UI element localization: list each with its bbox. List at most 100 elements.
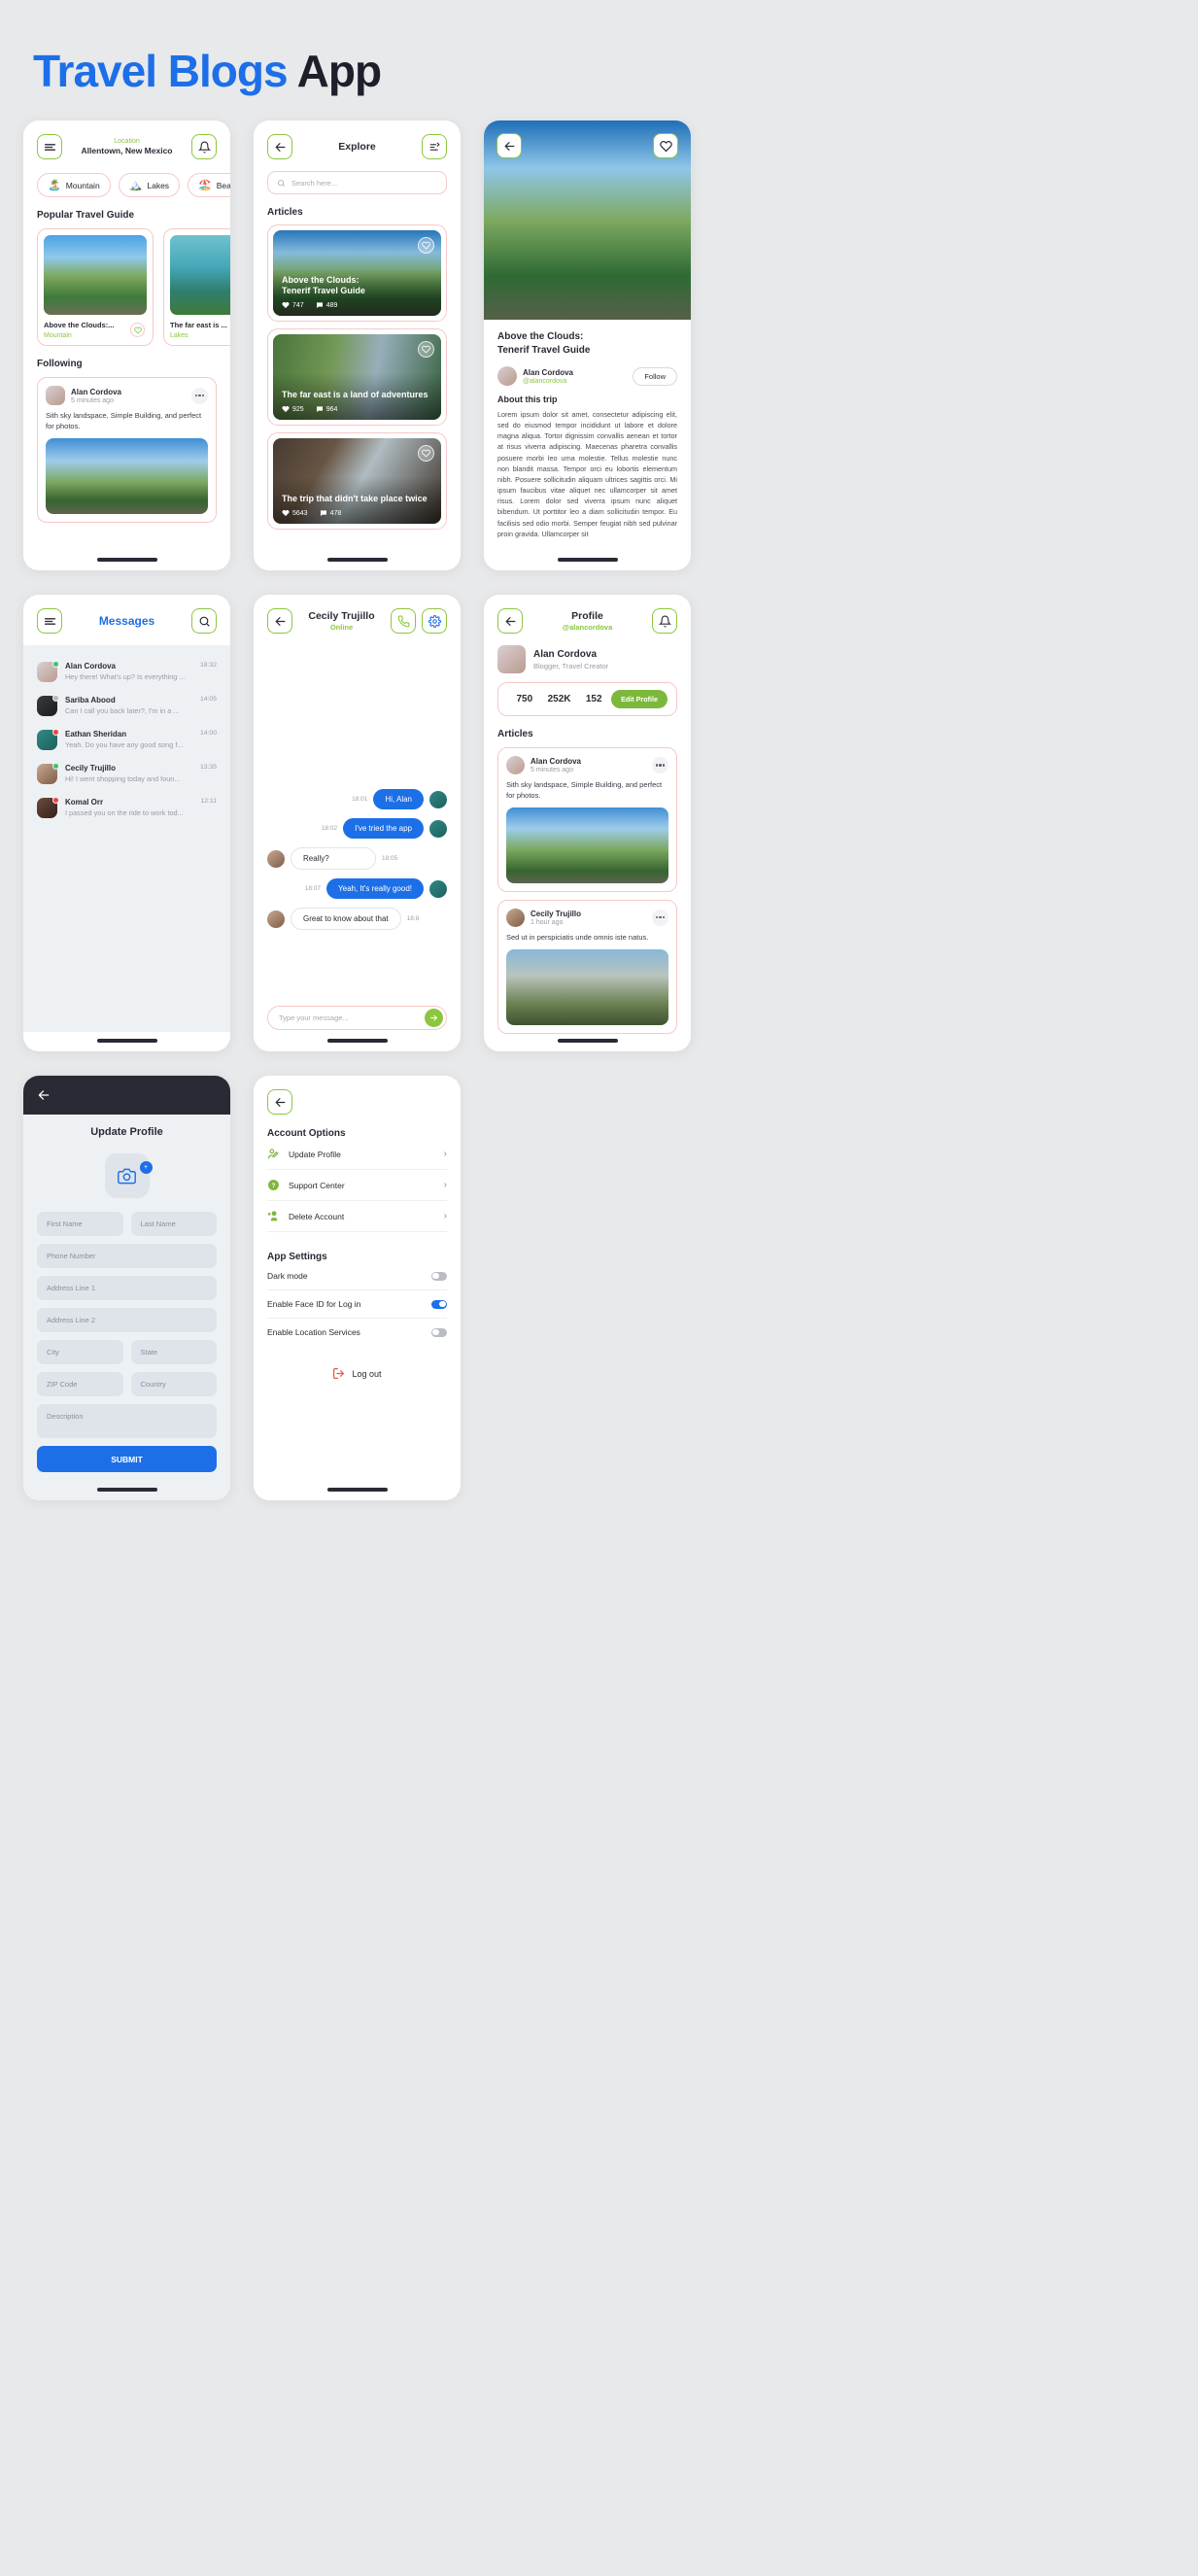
message-time: 12:11 <box>200 798 217 805</box>
more-options-icon[interactable] <box>652 757 668 773</box>
heart-icon[interactable] <box>653 133 678 158</box>
chat-header: Cecily Trujillo Online <box>254 595 461 634</box>
article-card[interactable]: Above the Clouds: Tenerif Travel Guide 7… <box>267 224 447 322</box>
avatar-uploader[interactable]: + <box>37 1153 217 1198</box>
state-field[interactable]: State <box>130 1340 217 1364</box>
profile-post-card[interactable]: Cecily Trujillo 1 hour ago Sed ut in per… <box>497 899 677 1034</box>
guide-card[interactable]: The far east is ... Lakes <box>163 228 230 346</box>
list-item[interactable]: Alan Cordova Hey there! What's up? Is ev… <box>23 655 230 689</box>
face-id-toggle[interactable] <box>431 1299 447 1309</box>
bell-icon[interactable] <box>652 608 677 634</box>
bell-icon[interactable] <box>191 134 217 159</box>
article-card[interactable]: The far east is a land of adventures 925… <box>267 328 447 426</box>
screen-settings: Account Options Update Profile › ? Suppo… <box>254 1076 461 1500</box>
edit-profile-button[interactable]: Edit Profile <box>611 690 668 708</box>
menu-icon[interactable] <box>37 134 62 159</box>
messages-list[interactable]: Alan Cordova Hey there! What's up? Is ev… <box>23 645 230 1032</box>
settings-item-update-profile[interactable]: Update Profile › <box>267 1139 447 1170</box>
avatar <box>37 695 59 716</box>
following-post-card[interactable]: Alan Cordova 5 minutes ago Sith sky land… <box>37 377 217 523</box>
back-arrow-icon[interactable] <box>497 608 523 634</box>
article-card[interactable]: The trip that didn't take place twice 56… <box>267 432 447 530</box>
chip-label: Beach <box>216 180 230 190</box>
dark-mode-toggle[interactable] <box>431 1271 447 1281</box>
user-remove-icon <box>267 1210 280 1222</box>
comment-icon <box>320 510 326 516</box>
heart-icon[interactable] <box>130 323 145 337</box>
post-image <box>46 437 208 514</box>
more-options-icon[interactable] <box>652 909 668 926</box>
page-title: Travel Blogs App <box>0 0 1198 97</box>
chat-title-block: Cecily Trujillo Online <box>292 610 391 632</box>
article-text: Above the Clouds: Tenerif Travel Guide 7… <box>282 275 432 309</box>
toggle-label: Dark mode <box>267 1271 308 1281</box>
status-dot-busy <box>52 729 59 736</box>
likes-count-group: 747 <box>282 301 304 309</box>
back-arrow-icon[interactable] <box>496 133 522 158</box>
chip-beach[interactable]: 🏖️ Beach <box>188 173 230 197</box>
message-input[interactable]: Type your message... <box>267 1006 447 1030</box>
list-item[interactable]: Komal Orr I passed you on the ride to wo… <box>23 791 230 825</box>
gear-icon[interactable] <box>422 608 447 634</box>
heart-icon[interactable] <box>418 341 434 358</box>
home-indicator <box>557 1039 618 1043</box>
message-content: Cecily Trujillo Hi! I went shopping toda… <box>65 764 192 783</box>
heart-icon[interactable] <box>418 237 434 254</box>
phone-number-field[interactable]: Phone Number <box>37 1244 217 1268</box>
submit-button[interactable]: SUBMIT <box>37 1446 217 1472</box>
about-body: Lorem ipsum dolor sit amet, consectetur … <box>497 410 677 538</box>
heart-icon[interactable] <box>418 445 434 462</box>
comment-icon <box>316 406 323 412</box>
avatar <box>37 661 59 682</box>
back-arrow-icon[interactable] <box>267 1089 292 1115</box>
location-services-toggle[interactable] <box>431 1327 447 1337</box>
settings-toggle-location[interactable]: Enable Location Services <box>267 1319 447 1346</box>
comments-count: 489 <box>325 301 338 309</box>
logout-button[interactable]: Log out <box>254 1367 461 1380</box>
chat-bubble-row: 18:02 I've tried the app <box>267 818 447 839</box>
message-time: 18:32 <box>199 662 217 669</box>
post-time: 5 minutes ago <box>71 396 114 404</box>
chat-bubble-outgoing: Yeah, It's really good! <box>326 878 424 899</box>
contact-name: Komal Orr <box>65 798 104 807</box>
search-input[interactable]: Search here... <box>267 171 447 194</box>
search-icon[interactable] <box>191 608 217 634</box>
country-field[interactable]: Country <box>130 1372 217 1396</box>
settings-item-support-center[interactable]: ? Support Center › <box>267 1170 447 1201</box>
message-content: Alan Cordova Hey there! What's up? Is ev… <box>65 662 192 681</box>
address-line-1-field[interactable]: Address Line 1 <box>37 1276 217 1300</box>
settings-toggle-face-id[interactable]: Enable Face ID for Log in <box>267 1290 447 1319</box>
guide-card[interactable]: Above the Clouds:... Mountain <box>37 228 154 346</box>
popular-title: Popular Travel Guide <box>37 210 135 221</box>
guide-carousel[interactable]: Above the Clouds:... Mountain The far ea… <box>23 221 230 346</box>
chat-bubble-incoming: Great to know about that <box>291 908 401 930</box>
description-field[interactable]: Description <box>37 1404 217 1438</box>
city-field[interactable]: City <box>37 1340 123 1364</box>
back-arrow-icon[interactable] <box>267 608 292 634</box>
address-line-2-field[interactable]: Address Line 2 <box>37 1308 217 1332</box>
articles-title: Articles <box>497 729 533 739</box>
list-item[interactable]: Eathan Sheridan Yeah. Do you have any go… <box>23 723 230 757</box>
chip-lakes[interactable]: 🏔️ Lakes <box>118 173 181 197</box>
screen-chat: Cecily Trujillo Online 18:01 Hi, Alan 18… <box>254 595 461 1051</box>
settings-item-delete-account[interactable]: Delete Account › <box>267 1201 447 1232</box>
profile-post-card[interactable]: Alan Cordova 5 minutes ago Sith sky land… <box>497 747 677 892</box>
camera-icon[interactable]: + <box>104 1153 153 1198</box>
filter-icon[interactable] <box>422 134 447 159</box>
list-item[interactable]: Sariba Abood Can I call you back later?,… <box>23 689 230 723</box>
back-arrow-icon[interactable] <box>267 134 292 159</box>
settings-toggle-dark-mode[interactable]: Dark mode <box>267 1262 447 1290</box>
follow-button[interactable]: Follow <box>633 366 677 386</box>
list-item[interactable]: Cecily Trujillo Hi! I went shopping toda… <box>23 757 230 791</box>
logout-label: Log out <box>352 1368 382 1379</box>
menu-icon[interactable] <box>37 608 62 634</box>
last-name-field[interactable]: Last Name <box>130 1212 217 1236</box>
zip-code-field[interactable]: ZIP Code <box>37 1372 123 1396</box>
phone-icon[interactable] <box>391 608 416 634</box>
svg-text:?: ? <box>272 1183 276 1189</box>
send-icon[interactable] <box>425 1009 443 1027</box>
chip-mountain[interactable]: 🏝️ Mountain <box>37 173 111 197</box>
back-arrow-icon[interactable] <box>37 1088 51 1102</box>
more-options-icon[interactable] <box>191 387 208 404</box>
first-name-field[interactable]: First Name <box>37 1212 123 1236</box>
